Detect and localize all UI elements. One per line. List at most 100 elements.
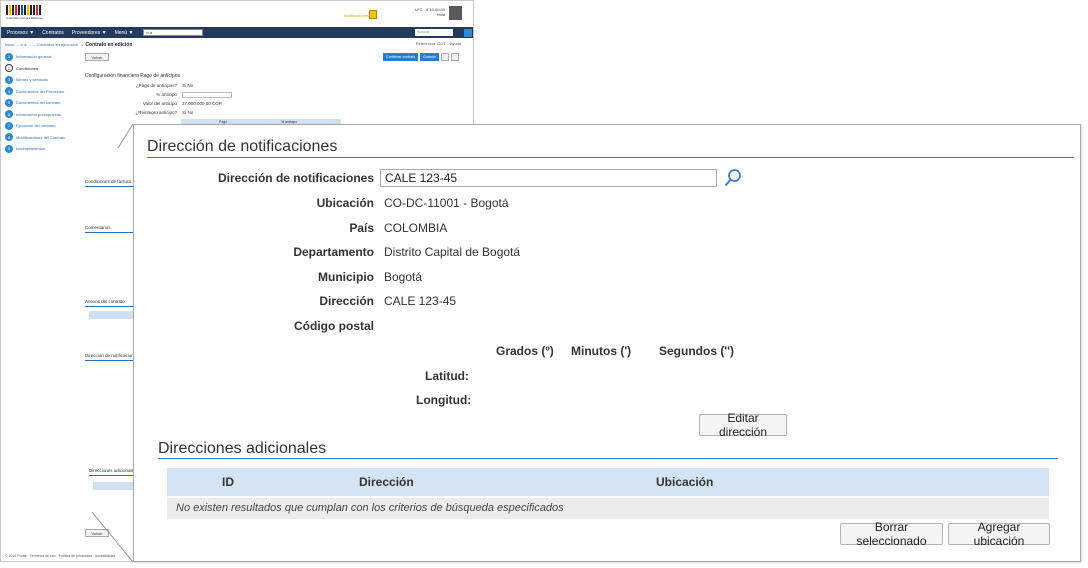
sidebar-item[interactable]: 3 Bienes y servicios bbox=[5, 74, 77, 86]
step-number-icon: 1 bbox=[5, 52, 13, 61]
degrees-header: Grados (º) bbox=[496, 344, 554, 358]
seconds-header: Segundos ('') bbox=[659, 344, 735, 358]
search-icon[interactable] bbox=[724, 168, 742, 188]
nav-contratos[interactable]: Contratos bbox=[42, 30, 64, 36]
step-number-icon: 3 bbox=[5, 75, 13, 84]
delete-selected-button[interactable]: Borrar seleccionado bbox=[840, 520, 943, 548]
minutes-header: Minutos (') bbox=[571, 344, 632, 358]
field-label: % anticipo bbox=[156, 92, 177, 97]
sidebar-item-label: Bienes y servicios bbox=[16, 77, 49, 83]
annexes-table-header bbox=[89, 311, 135, 319]
latitude-label: Latitud: bbox=[425, 369, 469, 383]
country-value: COLOMBIA bbox=[384, 221, 448, 235]
additional-table-header: ID Dirección Ubicación bbox=[167, 468, 1049, 496]
document-icon[interactable] bbox=[369, 10, 377, 19]
sidebar-item[interactable]: 9 Incumplimientos bbox=[5, 143, 77, 155]
top-action-buttons: Confirmar contrato Guardar bbox=[383, 53, 459, 61]
location-label: Ubicación bbox=[316, 196, 374, 210]
step-number-icon: 9 bbox=[5, 144, 13, 153]
sidebar-item-label: Incumplimientos bbox=[16, 146, 45, 152]
avatar[interactable] bbox=[449, 6, 462, 20]
field-input[interactable] bbox=[182, 92, 232, 98]
sidebar-item-label: Documentos del contrato bbox=[16, 100, 61, 106]
section-divider bbox=[147, 157, 1074, 158]
sidebar-item-label: Modificaciones del Contrato bbox=[16, 134, 66, 140]
nav-proveedores[interactable]: Proveedores ▼ bbox=[72, 30, 107, 36]
user-info: LFC - 8 10:00:00 Hola bbox=[414, 7, 445, 17]
expand-button[interactable] bbox=[451, 53, 459, 61]
sidebar-item-label: Condiciones bbox=[16, 65, 39, 71]
nav-procesos[interactable]: Procesos ▼ bbox=[7, 30, 34, 36]
field-label: ¿Pago de anticipos? bbox=[135, 83, 177, 88]
additional-addresses-label: Direcciones adicionales bbox=[89, 468, 137, 473]
breadcrumb: Inicio → Ir a ... → Contratos en ejecuci… bbox=[5, 42, 133, 48]
sidebar-item-label: Ejecución del contrato bbox=[16, 123, 56, 129]
sidebar: 1 Información general 2 Condiciones 3 Bienes … bbox=[5, 51, 77, 155]
notif-address-label: Dirección de notificaciones bbox=[217, 171, 374, 185]
nav-select[interactable]: Ir a bbox=[143, 29, 204, 36]
sidebar-item[interactable]: 2 Condiciones bbox=[5, 63, 77, 75]
main-nav-bar: Procesos ▼ Contratos Proveedores ▼ Menú … bbox=[1, 27, 473, 38]
sidebar-item[interactable]: 6 Información presupuestal bbox=[5, 109, 77, 121]
notif-address-label: Dirección de notificaciones bbox=[85, 353, 139, 358]
field-value[interactable]: Sí No bbox=[182, 83, 193, 88]
annexes-label: Anexos del contrato bbox=[85, 299, 125, 304]
column-header-location[interactable]: Ubicación bbox=[656, 475, 713, 489]
sidebar-item[interactable]: 4 Documentos del Proveedor bbox=[5, 86, 77, 98]
postal-code-label: Código postal bbox=[294, 319, 374, 333]
add-location-button[interactable]: Agregar ubicación bbox=[948, 520, 1050, 548]
step-number-icon: 5 bbox=[5, 98, 13, 107]
column-header-id[interactable]: ID bbox=[222, 475, 234, 489]
footer-links[interactable]: © 2016 Portal · Términos de uso · Políti… bbox=[5, 554, 115, 558]
step-number-icon: 7 bbox=[5, 121, 13, 130]
field-value: 27.000.000,00 COP bbox=[182, 101, 222, 106]
step-number-icon: 6 bbox=[5, 110, 13, 119]
department-value: Distrito Capital de Bogotá bbox=[384, 245, 521, 259]
nav-search-input[interactable]: Buscar bbox=[415, 29, 453, 36]
address-value: CALE 123-45 bbox=[384, 294, 457, 308]
field-label: ¿Reintegro anticipo? bbox=[135, 110, 177, 115]
department-label: Departamento bbox=[293, 245, 374, 259]
notif-address-input[interactable] bbox=[380, 169, 717, 187]
column-header-address[interactable]: Dirección bbox=[359, 475, 414, 489]
sidebar-item[interactable]: 8 Modificaciones del Contrato bbox=[5, 132, 77, 144]
empty-results-row: No existen resultados que cumplan con lo… bbox=[167, 498, 1049, 519]
country-label: País bbox=[349, 221, 374, 235]
more-button[interactable] bbox=[441, 53, 449, 61]
section-title: Dirección de notificaciones bbox=[147, 138, 338, 155]
billing-conditions-label: Condiciones de factura bbox=[85, 179, 132, 184]
longitude-label: Longitud: bbox=[416, 393, 472, 407]
additional-divider bbox=[158, 458, 1058, 459]
portal-logo: Colombia Compra Eficiente bbox=[6, 5, 52, 20]
sidebar-item[interactable]: 5 Documentos del contrato bbox=[5, 97, 77, 109]
field-value[interactable]: Sí No bbox=[182, 110, 193, 115]
municipality-label: Municipio bbox=[318, 270, 374, 284]
step-number-icon: 2 bbox=[5, 64, 13, 73]
nav-menu[interactable]: Menú ▼ bbox=[115, 30, 134, 36]
config-title: Configuración financiera Pago de anticip… bbox=[85, 73, 181, 79]
additional-addresses-title: Direcciones adicionales bbox=[158, 440, 327, 457]
municipality-value: Bogotá bbox=[384, 270, 423, 284]
edit-address-button[interactable]: Editar dirección bbox=[699, 411, 787, 439]
additional-table-header bbox=[93, 482, 135, 490]
save-button[interactable]: Guardar bbox=[420, 53, 439, 61]
sidebar-item[interactable]: 7 Ejecución del contrato bbox=[5, 120, 77, 132]
search-icon[interactable] bbox=[464, 28, 472, 37]
empty-results-message: No existen resultados que cumplan con lo… bbox=[176, 502, 564, 514]
sidebar-item-label: Documentos del Proveedor bbox=[16, 88, 65, 94]
sidebar-item[interactable]: 1 Información general bbox=[5, 51, 77, 63]
sidebar-item-label: Información presupuestal bbox=[16, 111, 61, 117]
step-number-icon: 8 bbox=[5, 133, 13, 142]
comments-label: Comentarios bbox=[85, 225, 111, 230]
notification-address-panel: Dirección de notificaciones Dirección de… bbox=[133, 124, 1081, 562]
help-link[interactable]: Referencia: CO1... Ayuda bbox=[416, 41, 461, 46]
back-button-top[interactable]: Volver bbox=[85, 53, 109, 61]
sidebar-item-label: Información general bbox=[16, 54, 52, 60]
field-label: Valor del anticipo bbox=[142, 101, 177, 106]
back-button-bottom[interactable]: Volver bbox=[85, 529, 109, 537]
step-number-icon: 4 bbox=[5, 87, 13, 96]
notifications-link[interactable]: Notificaciones bbox=[344, 13, 369, 18]
address-label: Dirección bbox=[319, 294, 374, 308]
confirm-contract-button[interactable]: Confirmar contrato bbox=[383, 53, 419, 61]
location-value: CO-DC-11001 - Bogotá bbox=[384, 196, 509, 210]
